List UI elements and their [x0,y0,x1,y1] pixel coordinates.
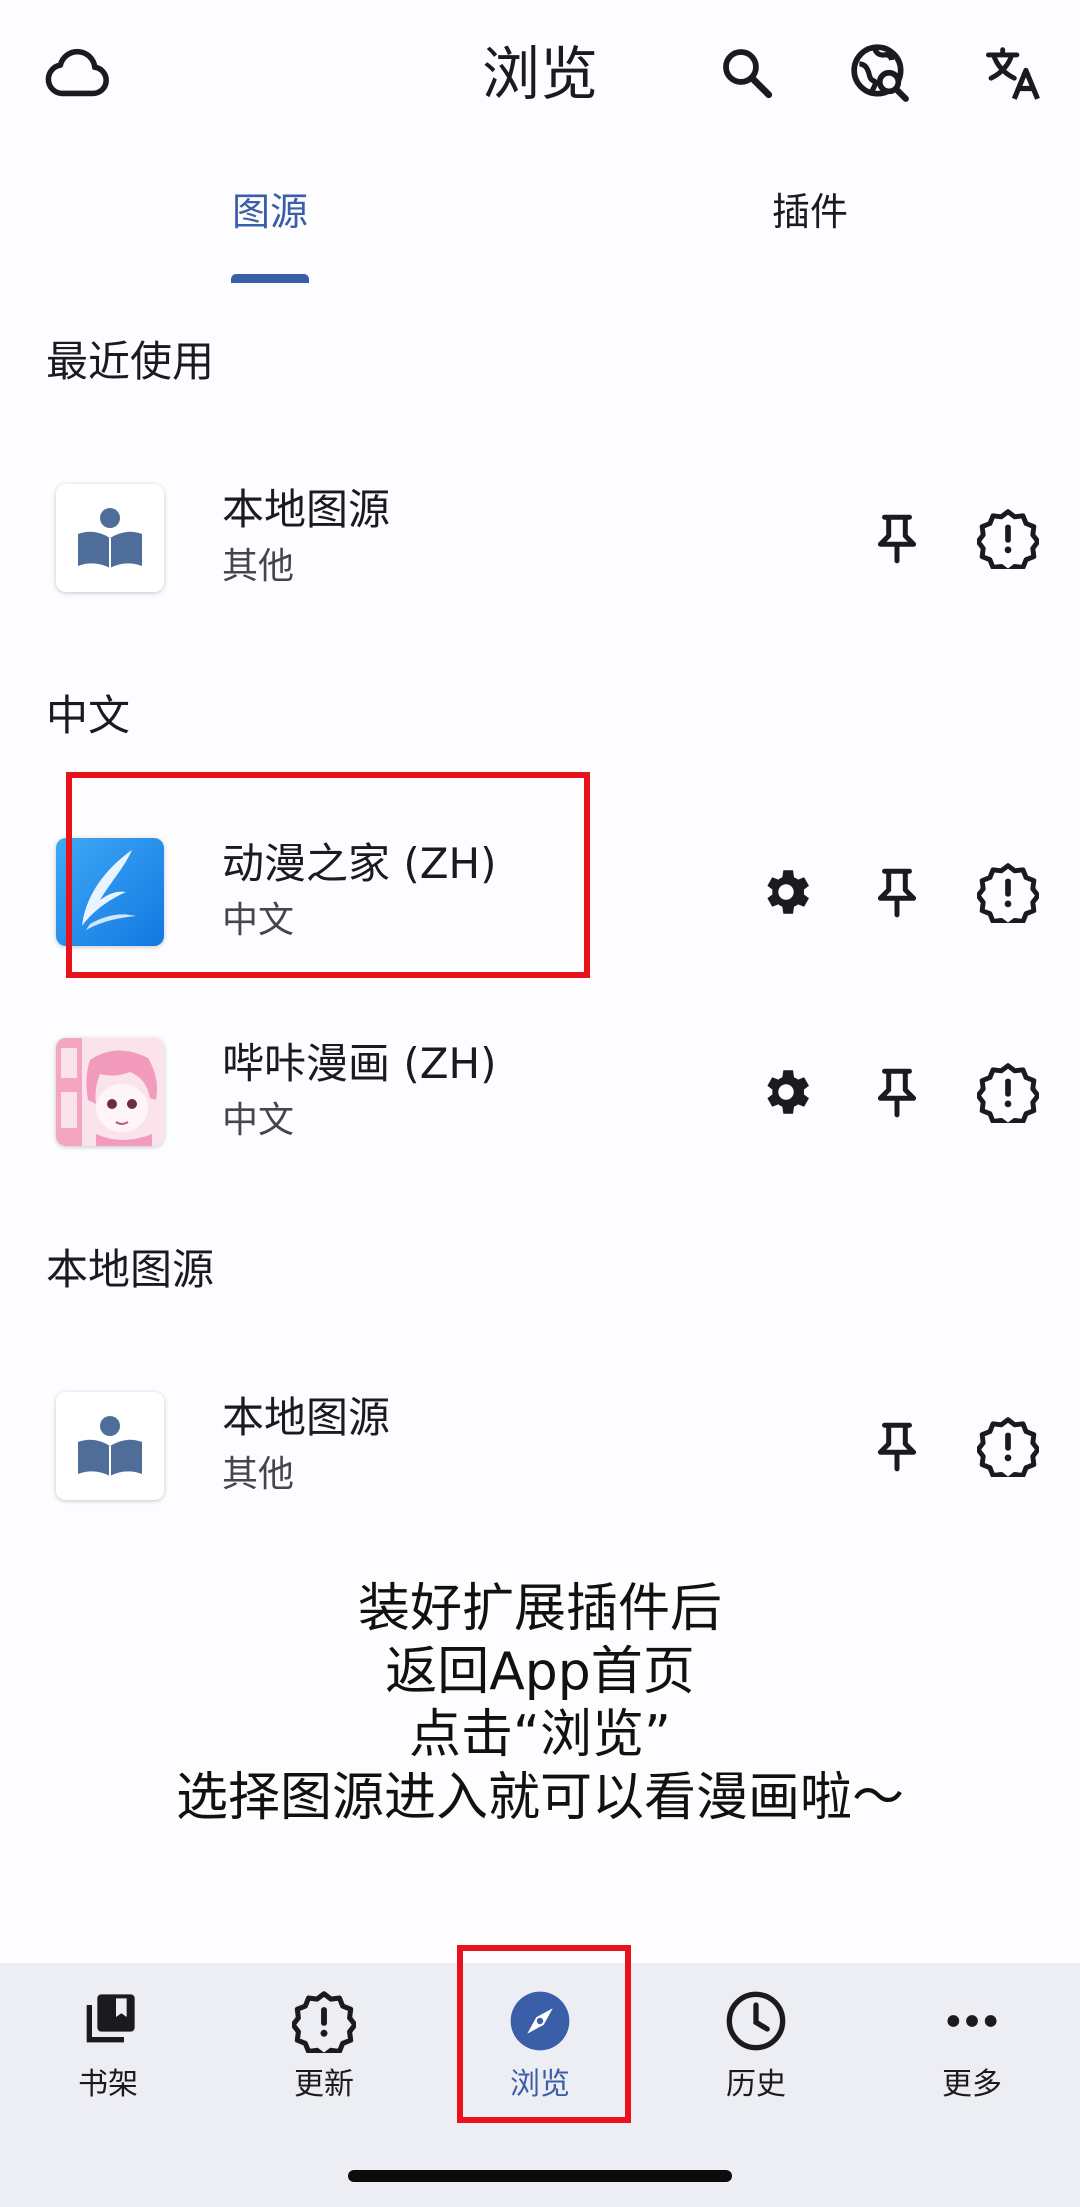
instruction-line: 点击“浏览” [409,1705,671,1765]
tab-sources[interactable]: 图源 [0,182,540,242]
nav-label: 更新 [294,2067,354,2102]
picacomic-icon [56,1038,164,1146]
alert-badge-icon[interactable] [970,500,1046,576]
instruction-line: 返回App首页 [385,1642,695,1702]
source-name: 哔咔漫画 (ZH) [222,1039,497,1088]
local-source-icon [56,484,164,592]
source-lang: 中文 [222,1100,295,1141]
instruction-line: 选择图源进入就可以看漫画啦～ [175,1768,904,1828]
more-icon [940,1989,1004,2053]
pin-icon[interactable] [859,500,935,576]
highlight-box-nav [457,1945,631,2123]
source-lang: 其他 [222,546,295,587]
highlight-box-source [66,772,590,978]
page-title: 浏览 [481,40,598,108]
section-header-local: 本地图源 [46,1245,215,1294]
nav-label: 更多 [942,2067,1002,2102]
tab-extensions[interactable]: 插件 [540,182,1080,242]
pin-icon[interactable] [859,854,935,930]
section-header-recent: 最近使用 [46,337,215,386]
pin-icon[interactable] [859,1054,935,1130]
search-icon[interactable] [712,38,782,108]
nav-label: 历史 [726,2067,786,2102]
nav-item-library[interactable]: 书架 [0,1963,216,2153]
source-row[interactable]: 本地图源 其他 [0,1366,1080,1526]
library-icon [76,1989,140,2053]
source-name: 本地图源 [222,1393,391,1442]
nav-label: 书架 [78,2067,138,2102]
tab-indicator [231,274,309,283]
section-header-chinese: 中文 [46,691,131,740]
nav-item-more[interactable]: 更多 [864,1963,1080,2153]
source-lang: 其他 [222,1454,295,1495]
alert-badge-icon[interactable] [970,1408,1046,1484]
source-row[interactable]: 本地图源 其他 [0,458,1080,618]
home-indicator[interactable] [348,2170,732,2182]
source-row[interactable]: 哔咔漫画 (ZH) 中文 [0,1012,1080,1172]
nav-item-history[interactable]: 历史 [648,1963,864,2153]
globe-search-icon[interactable] [845,38,915,108]
updates-icon [292,1989,356,2053]
local-source-icon [56,1392,164,1500]
source-name: 本地图源 [222,485,391,534]
settings-icon[interactable] [748,854,824,930]
settings-icon[interactable] [748,1054,824,1130]
alert-badge-icon[interactable] [970,1054,1046,1130]
history-icon [724,1989,788,2053]
nav-item-updates[interactable]: 更新 [216,1963,432,2153]
alert-badge-icon[interactable] [970,854,1046,930]
translate-icon[interactable] [978,38,1048,108]
instruction-overlay: 装好扩展插件后 返回App首页 点击“浏览” 选择图源进入就可以看漫画啦～ [0,1578,1080,1830]
instruction-line: 装好扩展插件后 [357,1579,722,1639]
pin-icon[interactable] [859,1408,935,1484]
